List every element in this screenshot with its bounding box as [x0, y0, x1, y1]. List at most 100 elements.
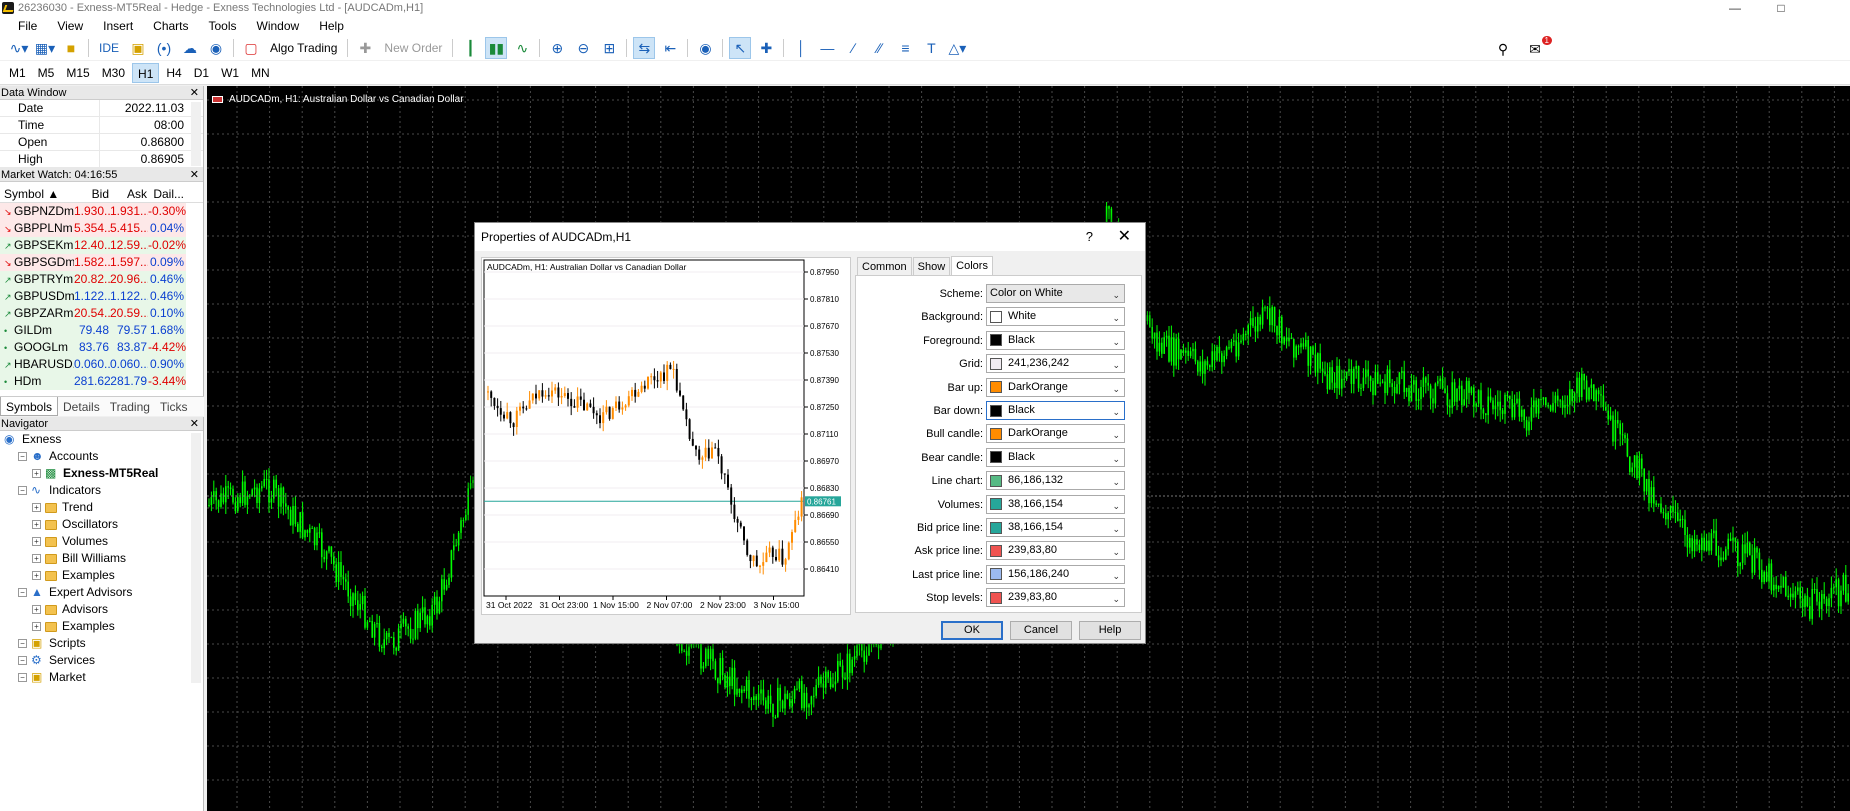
market-watch-row[interactable]: ↘GBPSGDm1.582...1.597...0.09% — [0, 254, 203, 271]
auto-scroll-icon[interactable]: ⇆ — [633, 37, 656, 59]
expand-icon[interactable]: − — [18, 673, 27, 682]
color-select[interactable]: 241,236,242 ⌄ — [986, 354, 1125, 374]
expand-icon[interactable]: − — [18, 656, 27, 665]
dollar-icon[interactable]: ■ — [60, 37, 82, 59]
channel-icon[interactable]: ∕∕ — [868, 37, 890, 59]
color-select[interactable]: DarkOrange ⌄ — [986, 424, 1125, 444]
col-bid[interactable]: Bid — [74, 185, 110, 202]
navigator-scrollbar[interactable] — [191, 433, 201, 683]
cursor-icon[interactable]: ↖ — [729, 37, 752, 59]
tab-colors[interactable]: Colors — [951, 256, 993, 276]
close-icon[interactable]: ✕ — [190, 86, 199, 100]
color-select[interactable]: Black ⌄ — [986, 447, 1125, 467]
market-watch-row[interactable]: ↗GBPTRYm20.82...20.96...0.46% — [0, 271, 203, 288]
color-select[interactable]: 86,186,132 ⌄ — [986, 471, 1125, 491]
menu-help[interactable]: Help — [309, 16, 354, 36]
expand-icon[interactable]: + — [32, 520, 41, 529]
tf-m15[interactable]: M15 — [61, 63, 94, 83]
color-select[interactable]: Black ⌄ — [986, 401, 1125, 420]
help-button[interactable]: Help — [1079, 621, 1141, 640]
trendline-icon[interactable]: ∕ — [842, 37, 864, 59]
expand-icon[interactable]: + — [32, 554, 41, 563]
shop-bag-icon[interactable]: ▣ — [127, 37, 149, 59]
market-watch-row[interactable]: ↗GBPUSDm1.122...1.122...0.46% — [0, 288, 203, 305]
signal-icon[interactable]: (•) — [153, 37, 175, 59]
crosshair-icon[interactable]: ✚ — [755, 37, 777, 59]
navigator-item[interactable]: + Examples — [0, 618, 203, 635]
tf-m5[interactable]: M5 — [33, 63, 60, 83]
expand-icon[interactable]: + — [32, 537, 41, 546]
tf-h4[interactable]: H4 — [161, 63, 186, 83]
chart-type-icon[interactable]: ∿▾ — [8, 37, 30, 59]
market-watch-row[interactable]: ↗GBPZARm20.54...20.59...0.10% — [0, 305, 203, 322]
color-select[interactable]: Color on White ⌄ — [986, 284, 1125, 303]
cloud-icon[interactable]: ☁ — [179, 37, 201, 59]
zoom-out-icon[interactable]: ⊖ — [572, 37, 594, 59]
navigator-item[interactable]: − ▣ Scripts — [0, 635, 203, 652]
templates-icon[interactable]: ▦▾ — [34, 37, 56, 59]
color-select[interactable]: 239,83,80 ⌄ — [986, 588, 1125, 608]
chart-shift-icon[interactable]: ⇤ — [659, 37, 681, 59]
data-window-scrollbar[interactable] — [191, 102, 201, 166]
line-chart-icon[interactable]: ∿ — [511, 37, 533, 59]
ide-button[interactable]: IDE — [95, 37, 123, 59]
market-watch-row[interactable]: • GILDm 79.48 79.57 1.68% — [0, 322, 203, 339]
fibonacci-icon[interactable]: ≡ — [894, 37, 916, 59]
market-watch-row[interactable]: • HDm 281.62 281.79 -3.44% — [0, 373, 203, 390]
navigator-item[interactable]: − ☻ Accounts — [0, 448, 203, 465]
navigator-item[interactable]: + Bill Williams — [0, 550, 203, 567]
menu-charts[interactable]: Charts — [143, 16, 198, 36]
shapes-icon[interactable]: △▾ — [946, 37, 968, 59]
tab-ticks[interactable]: Ticks — [155, 397, 193, 416]
tile-windows-icon[interactable]: ⊞ — [598, 37, 620, 59]
color-select[interactable]: 38,166,154 ⌄ — [986, 494, 1125, 514]
market-watch-row[interactable]: ↘GBPPLNm5.354...5.415...0.04% — [0, 220, 203, 237]
ok-button[interactable]: OK — [941, 621, 1003, 640]
color-select[interactable]: 156,186,240 ⌄ — [986, 564, 1125, 584]
help-icon[interactable]: ? — [1086, 223, 1093, 251]
candlestick-chart-icon[interactable]: ▮▮ — [485, 37, 508, 59]
expand-icon[interactable]: + — [32, 605, 41, 614]
horizontal-line-icon[interactable]: — — [816, 37, 838, 59]
tab-symbols[interactable]: Symbols — [0, 397, 59, 416]
tf-d1[interactable]: D1 — [189, 63, 214, 83]
expand-icon[interactable]: − — [18, 486, 27, 495]
color-select[interactable]: 239,83,80 ⌄ — [986, 541, 1125, 561]
expand-icon[interactable]: + — [32, 503, 41, 512]
notifications-icon[interactable]: ✉ 1 — [1524, 36, 1552, 60]
close-icon[interactable]: ✕ — [190, 417, 199, 431]
navigator-item[interactable]: + Examples — [0, 567, 203, 584]
bar-chart-icon[interactable]: ┃ — [459, 37, 481, 59]
market-watch-row[interactable]: ↗HBARUSD...0.060...0.060...0.90% — [0, 356, 203, 373]
vps-icon[interactable]: ◉ — [205, 37, 227, 59]
color-select[interactable]: DarkOrange ⌄ — [986, 377, 1125, 397]
market-watch-row[interactable]: • GOOGLm 83.76 83.87 -4.42% — [0, 339, 203, 356]
tf-h1[interactable]: H1 — [132, 62, 160, 83]
col-daily[interactable]: Dail... — [148, 185, 186, 202]
navigator-item[interactable]: − ∿ Indicators — [0, 482, 203, 499]
tab-show[interactable]: Show — [912, 257, 951, 277]
vertical-line-icon[interactable]: │ — [790, 37, 812, 59]
tab-details[interactable]: Details — [58, 397, 105, 416]
expand-icon[interactable]: − — [18, 452, 27, 461]
text-icon[interactable]: T — [920, 37, 942, 59]
maximize-button[interactable]: □ — [1758, 0, 1804, 16]
algo-trading-button[interactable]: Algo Trading — [266, 37, 341, 59]
menu-window[interactable]: Window — [247, 16, 310, 36]
navigator-item[interactable]: ◉ Exness — [0, 431, 203, 448]
search-icon[interactable]: ⚲ — [1492, 38, 1514, 60]
menu-tools[interactable]: Tools — [199, 16, 247, 36]
navigator-item[interactable]: + Advisors — [0, 601, 203, 618]
expand-icon[interactable]: + — [32, 571, 41, 580]
market-watch-row[interactable]: ↗GBPSEKm12.40...12.59...-0.02% — [0, 237, 203, 254]
color-select[interactable]: White ⌄ — [986, 307, 1125, 327]
navigator-item[interactable]: + Trend — [0, 499, 203, 516]
col-symbol[interactable]: Symbol ▲ — [0, 185, 74, 202]
color-select[interactable]: 38,166,154 ⌄ — [986, 518, 1125, 537]
zoom-in-icon[interactable]: ⊕ — [546, 37, 568, 59]
cancel-button[interactable]: Cancel — [1010, 621, 1072, 640]
close-icon[interactable]: ✕ — [190, 168, 199, 182]
tf-mn[interactable]: MN — [246, 63, 275, 83]
tab-common[interactable]: Common — [857, 257, 912, 277]
navigator-item[interactable]: − ▣ Market — [0, 669, 203, 686]
